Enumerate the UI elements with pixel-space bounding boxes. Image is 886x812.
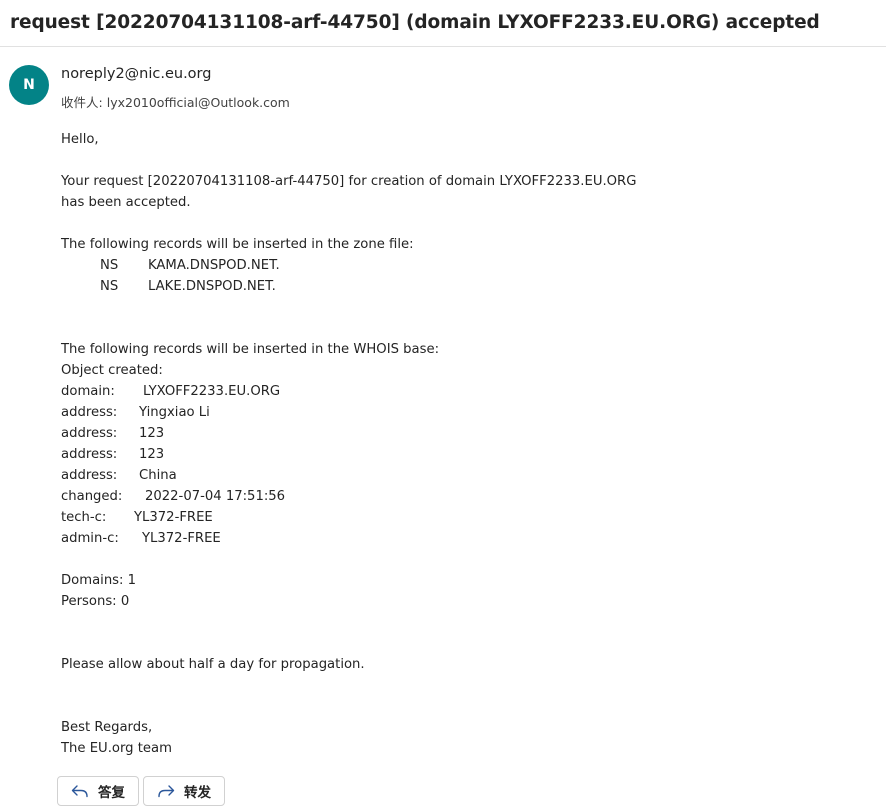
reply-arrow-icon <box>71 785 88 798</box>
avatar-initial: N <box>23 77 35 93</box>
forward-label: 转发 <box>184 785 211 801</box>
whois-record: address: China <box>61 465 861 486</box>
whois-key: address: <box>61 447 118 462</box>
forward-button[interactable]: 转发 <box>143 776 225 806</box>
ns-record-type: NS <box>100 258 119 273</box>
whois-key: address: <box>61 468 118 483</box>
email-body: Hello, Your request [20220704131108-arf-… <box>61 129 861 759</box>
whois-record: admin-c: YL372-FREE <box>61 528 861 549</box>
subject-bar: request [20220704131108-arf-44750] (doma… <box>0 0 886 47</box>
whois-value: 2022-07-04 17:51:56 <box>145 489 286 504</box>
whois-key: tech-c: <box>61 510 107 525</box>
whois-record: address: Yingxiao Li <box>61 402 861 423</box>
ns-record-type: NS <box>100 279 119 294</box>
ns-record-value: KAMA.DNSPOD.NET. <box>148 258 280 273</box>
zone-intro: The following records will be inserted i… <box>61 237 414 252</box>
whois-value: YL372-FREE <box>142 531 221 546</box>
whois-record: address: 123 <box>61 423 861 444</box>
domains-count: Domains: 1 <box>61 573 137 588</box>
whois-value: YL372-FREE <box>134 510 213 525</box>
request-line-2: has been accepted. <box>61 195 191 210</box>
greeting: Hello, <box>61 132 99 147</box>
object-created: Object created: <box>61 363 163 378</box>
whois-key: admin-c: <box>61 531 119 546</box>
whois-intro: The following records will be inserted i… <box>61 342 440 357</box>
sender-address[interactable]: noreply2@nic.eu.org <box>61 66 211 82</box>
recipient-line: 收件人: lyx2010official@Outlook.com <box>61 92 290 111</box>
whois-value: China <box>139 468 177 483</box>
persons-count: Persons: 0 <box>61 594 130 609</box>
propagation-note: Please allow about half a day for propag… <box>61 657 365 672</box>
signoff: Best Regards, <box>61 720 153 735</box>
reply-button[interactable]: 答复 <box>57 776 139 806</box>
ns-record-value: LAKE.DNSPOD.NET. <box>148 279 276 294</box>
recipient-label: 收件人: <box>61 95 103 110</box>
whois-key: changed: <box>61 489 123 504</box>
forward-arrow-icon <box>158 785 175 798</box>
ns-record: NS KAMA.DNSPOD.NET. <box>61 255 861 276</box>
whois-record: domain: LYXOFF2233.EU.ORG <box>61 381 861 402</box>
whois-record: tech-c: YL372-FREE <box>61 507 861 528</box>
whois-key: address: <box>61 426 118 441</box>
whois-record: address: 123 <box>61 444 861 465</box>
whois-record: changed: 2022-07-04 17:51:56 <box>61 486 861 507</box>
whois-value: 123 <box>139 447 165 462</box>
whois-value: Yingxiao Li <box>139 405 210 420</box>
email-subject: request [20220704131108-arf-44750] (doma… <box>10 12 820 33</box>
whois-value: 123 <box>139 426 165 441</box>
ns-record: NS LAKE.DNSPOD.NET. <box>61 276 861 297</box>
request-line-1: Your request [20220704131108-arf-44750] … <box>61 174 637 189</box>
whois-value: LYXOFF2233.EU.ORG <box>143 384 281 399</box>
signature: The EU.org team <box>61 741 172 756</box>
recipient-address[interactable]: lyx2010official@Outlook.com <box>107 95 290 110</box>
whois-key: address: <box>61 405 118 420</box>
reply-label: 答复 <box>98 785 125 801</box>
whois-key: domain: <box>61 384 115 399</box>
sender-avatar[interactable]: N <box>9 65 49 105</box>
